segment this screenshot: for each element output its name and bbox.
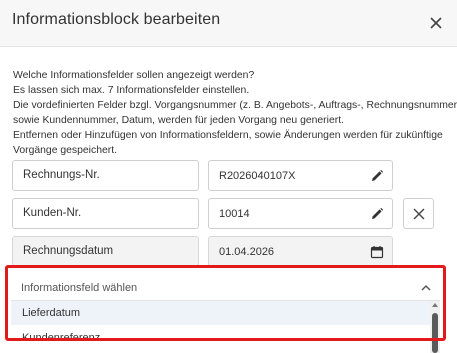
field-value-text: R2026040107X	[219, 170, 296, 182]
field-label-rechnungs-nr[interactable]: Rechnungs-Nr.	[12, 160, 199, 191]
dialog-header: Informationsblock bearbeiten	[0, 0, 457, 47]
field-label-rechnungsdatum[interactable]: Rechnungsdatum	[12, 236, 199, 267]
description-line: Vorgänge gespeichert.	[13, 144, 117, 156]
field-value-text: 10014	[219, 208, 250, 220]
dialog-title: Informationsblock bearbeiten	[12, 11, 221, 28]
calendar-icon[interactable]	[370, 245, 384, 259]
pencil-icon[interactable]	[370, 207, 384, 221]
close-icon	[413, 208, 425, 220]
field-label-kunden-nr[interactable]: Kunden-Nr.	[12, 198, 199, 229]
close-icon[interactable]	[427, 14, 445, 32]
edit-info-block-dialog: Informationsblock bearbeiten Welche Info…	[0, 0, 457, 353]
pencil-icon[interactable]	[370, 169, 384, 183]
remove-field-button[interactable]	[403, 198, 434, 229]
description-line: Entfernen oder Hinzufügen von Informatio…	[13, 129, 443, 141]
description-line: Welche Informationsfelder sollen angezei…	[13, 70, 255, 81]
dialog-description: Welche Informationsfelder sollen angezei…	[13, 69, 457, 158]
description-line: Es lassen sich max. 7 Informationsfelder…	[13, 84, 250, 96]
field-value-kunden-nr[interactable]: 10014	[208, 198, 393, 229]
field-value-text: 01.04.2026	[219, 246, 275, 258]
field-value-rechnungsdatum[interactable]: 01.04.2026	[208, 236, 393, 267]
description-line: sowie Kundennummer, Datum, werden für je…	[13, 114, 344, 126]
description-line: Die vordefinierten Felder bzgl. Vorgangs…	[13, 99, 457, 111]
field-value-rechnungs-nr[interactable]: R2026040107X	[208, 160, 393, 191]
highlight-frame	[5, 265, 446, 341]
